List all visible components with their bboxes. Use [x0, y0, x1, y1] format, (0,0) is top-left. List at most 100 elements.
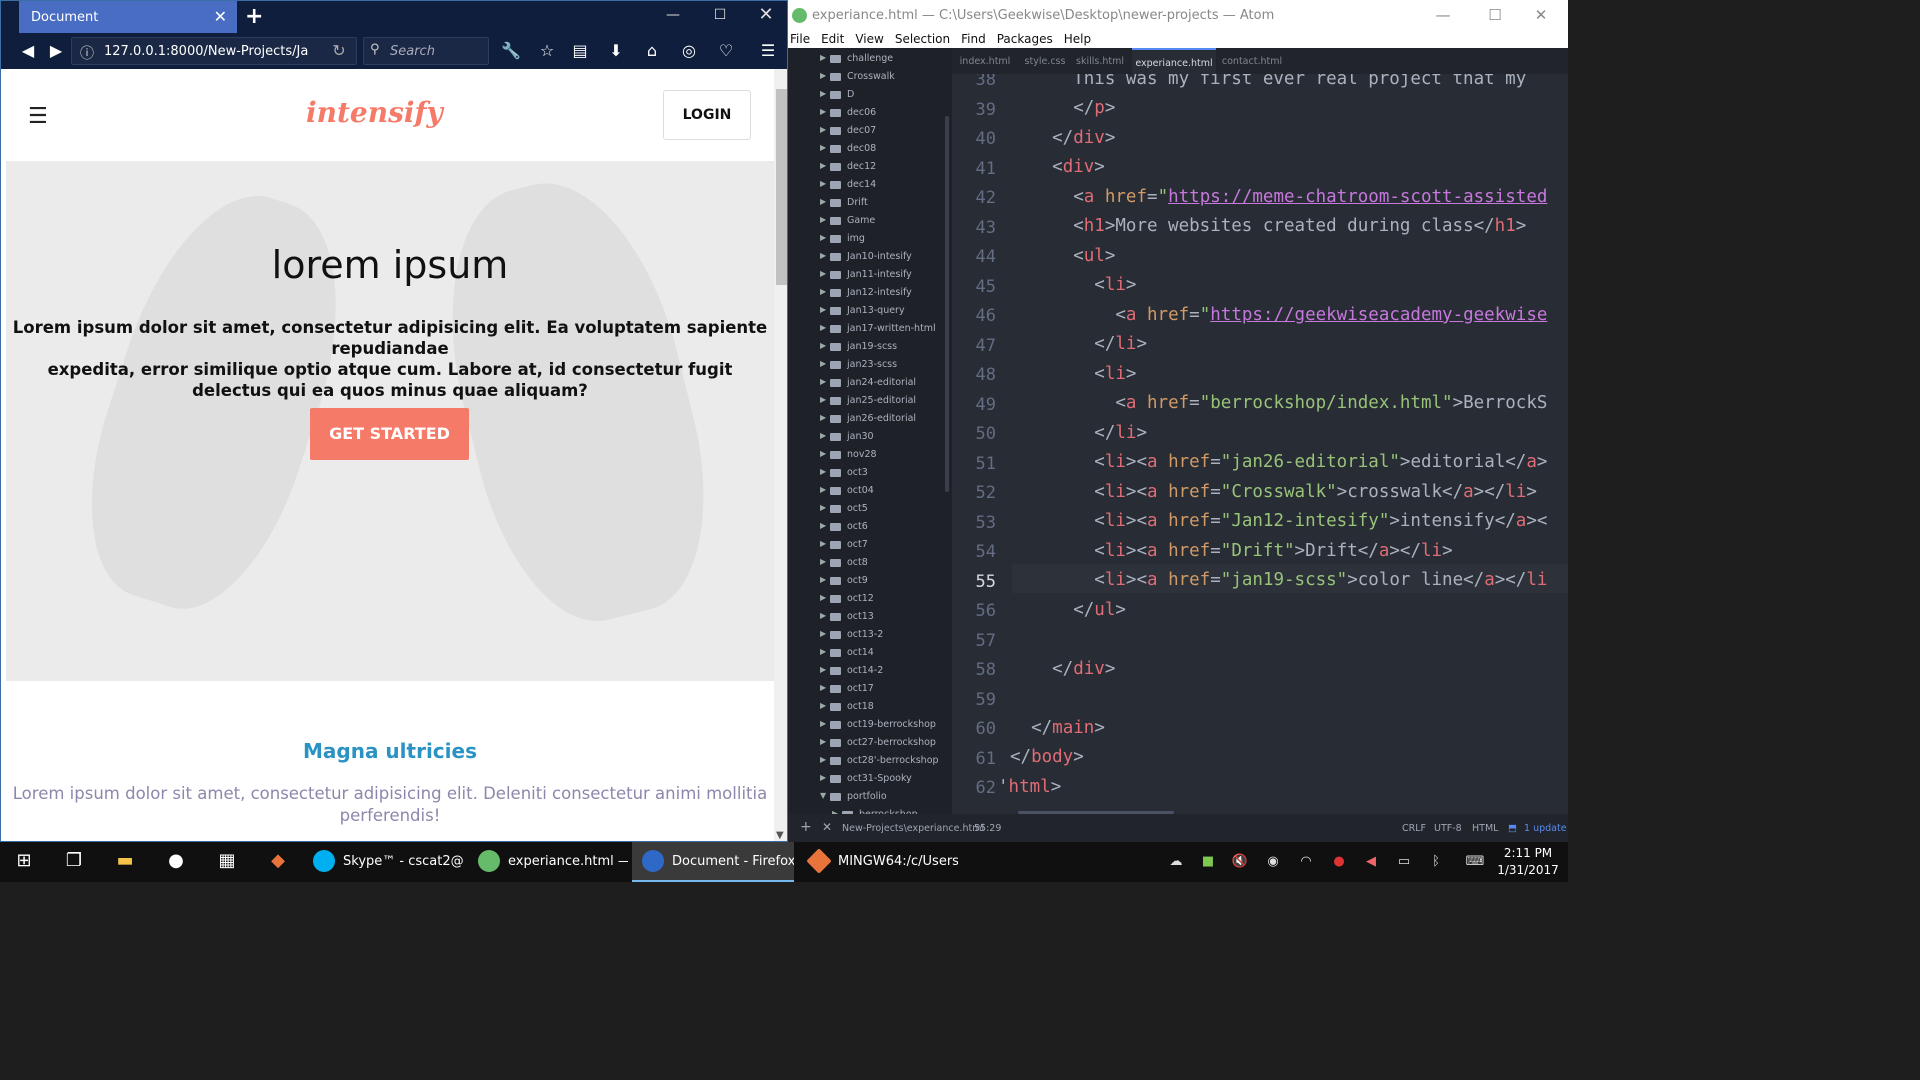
tree-folder-item[interactable]: ▶ oct19-berrockshop [788, 716, 952, 734]
add-icon[interactable]: + [800, 819, 812, 835]
tree-folder-item[interactable]: ▶ Drift [788, 194, 952, 212]
tree-folder-item[interactable]: ▶ oct17 [788, 680, 952, 698]
tree-folder-item[interactable]: ▶ oct3 [788, 464, 952, 482]
windows-start-icon[interactable]: ⊞ [12, 850, 36, 874]
chevron-right-icon[interactable]: ▶ [820, 629, 826, 638]
volume-mute-icon[interactable]: 🔇 [1231, 854, 1249, 869]
taskbar-clock[interactable]: 2:11 PM 1/31/2017 [1492, 845, 1564, 879]
tab-skills-html[interactable]: skills.html [1072, 48, 1128, 74]
taskbar-atom[interactable]: experiance.html — ... [468, 842, 628, 882]
chevron-right-icon[interactable]: ▶ [820, 107, 826, 116]
chevron-right-icon[interactable]: ▶ [820, 431, 826, 440]
tree-folder-item[interactable]: ▶ oct5 [788, 500, 952, 518]
chevron-right-icon[interactable]: ▶ [820, 323, 826, 332]
chevron-right-icon[interactable]: ▶ [820, 143, 826, 152]
chevron-right-icon[interactable]: ▶ [820, 755, 826, 764]
search-bar[interactable]: ⚲ Search [363, 37, 489, 65]
tree-folder-item[interactable]: ▶ Jan12-intesify [788, 284, 952, 302]
menu-view[interactable]: View [855, 32, 883, 46]
tree-folder-item[interactable]: ▶ oct14-2 [788, 662, 952, 680]
reading-list-icon[interactable]: ▤ [569, 41, 591, 60]
status-line-ending[interactable]: CRLF [1402, 823, 1426, 834]
chevron-right-icon[interactable]: ▶ [820, 377, 826, 386]
chevron-right-icon[interactable]: ▶ [820, 71, 826, 80]
tree-folder-item[interactable]: ▶ dec06 [788, 104, 952, 122]
tree-folder-item[interactable]: ▶ jan26-editorial [788, 410, 952, 428]
chevron-right-icon[interactable]: ▶ [820, 467, 826, 476]
hamburger-menu-icon[interactable]: ☰ [28, 104, 48, 129]
chevron-right-icon[interactable]: ▶ [820, 125, 826, 134]
close-icon[interactable]: ✕ [822, 820, 832, 834]
chevron-right-icon[interactable]: ▶ [820, 683, 826, 692]
github-icon[interactable]: ● [164, 850, 188, 874]
menu-find[interactable]: Find [961, 32, 986, 46]
chevron-right-icon[interactable]: ▶ [820, 251, 826, 260]
menu-edit[interactable]: Edit [821, 32, 844, 46]
tree-folder-item[interactable]: ▶ oct12 [788, 590, 952, 608]
download-icon[interactable]: ⬇ [605, 41, 627, 60]
page-scrollbar[interactable]: ▼ [774, 69, 787, 841]
chevron-right-icon[interactable]: ▶ [820, 179, 826, 188]
tab-style-css[interactable]: style.css [1018, 48, 1072, 74]
chevron-right-icon[interactable]: ▶ [820, 161, 826, 170]
browser-tab[interactable]: Document ✕ [19, 1, 237, 33]
tree-folder-item[interactable]: ▶ oct04 [788, 482, 952, 500]
antivirus-icon[interactable]: ● [1330, 854, 1348, 869]
git-icon[interactable]: ◆ [266, 850, 290, 874]
tree-folder-item[interactable]: ▶ dec12 [788, 158, 952, 176]
taskbar-firefox[interactable]: Document - Firefox... [632, 842, 794, 882]
bluetooth-icon[interactable]: ᛒ [1427, 854, 1445, 869]
taskbar-skype[interactable]: Skype™ - cscat2@y... [303, 842, 463, 882]
tree-folder-item[interactable]: ▶ oct28'-berrockshop [788, 752, 952, 770]
status-encoding[interactable]: UTF-8 [1434, 823, 1462, 834]
tree-folder-item[interactable]: ▶ oct18 [788, 698, 952, 716]
chevron-right-icon[interactable]: ▶ [820, 557, 826, 566]
menu-icon[interactable]: ☰ [757, 41, 779, 60]
tree-folder-item[interactable]: ▶ img [788, 230, 952, 248]
maximize-icon[interactable]: ☐ [705, 7, 735, 23]
chevron-right-icon[interactable]: ▶ [820, 413, 826, 422]
status-file-path[interactable]: New-Projects\experiance.html [842, 823, 984, 834]
chevron-right-icon[interactable]: ▶ [820, 269, 826, 278]
scrollbar-thumb[interactable] [776, 89, 787, 285]
new-tab-button[interactable]: + [245, 4, 263, 29]
tree-folder-item[interactable]: ▶berrockshop [788, 806, 952, 814]
chevron-right-icon[interactable]: ▶ [820, 647, 826, 656]
home-icon[interactable]: ⌂ [641, 41, 663, 60]
tree-folder-item[interactable]: ▶ jan24-editorial [788, 374, 952, 392]
taskbar-mingw[interactable]: MINGW64:/c/Users/... [798, 842, 958, 882]
nvidia-icon[interactable]: ■ [1199, 854, 1217, 869]
tree-folder-item[interactable]: ▶ Jan13-query [788, 302, 952, 320]
chevron-right-icon[interactable]: ▶ [820, 485, 826, 494]
steam-icon[interactable]: ◉ [1264, 854, 1282, 869]
tree-folder-item[interactable]: ▶ jan23-scss [788, 356, 952, 374]
minimize-icon[interactable]: — [658, 7, 688, 23]
keyboard-icon[interactable]: ⌨ [1462, 854, 1488, 869]
minimize-icon[interactable]: — [1428, 6, 1458, 24]
tree-folder-item[interactable]: ▶ dec07 [788, 122, 952, 140]
tree-folder-item[interactable]: ▶ jan19-scss [788, 338, 952, 356]
chevron-right-icon[interactable]: ▶ [820, 359, 826, 368]
tree-folder-item[interactable]: ▶ oct31-Spooky [788, 770, 952, 788]
menu-help[interactable]: Help [1064, 32, 1091, 46]
status-update[interactable]: 1 update [1524, 823, 1567, 834]
tab-index-html[interactable]: index.html [952, 48, 1018, 74]
tree-folder-item[interactable]: ▶ oct7 [788, 536, 952, 554]
chevron-right-icon[interactable]: ▶ [820, 341, 826, 350]
chevron-right-icon[interactable]: ▶ [820, 233, 826, 242]
tree-folder-item[interactable]: ▶ oct9 [788, 572, 952, 590]
status-grammar[interactable]: HTML [1472, 823, 1498, 834]
tree-folder-item[interactable]: ▶ oct13-2 [788, 626, 952, 644]
tree-folder-item[interactable]: ▶ oct8 [788, 554, 952, 572]
menu-file[interactable]: File [790, 32, 810, 46]
cloud-icon[interactable]: ☁ [1167, 854, 1185, 869]
wrench-icon[interactable]: 🔧 [500, 41, 522, 60]
close-window-icon[interactable]: ✕ [751, 4, 781, 25]
chevron-right-icon[interactable]: ▶ [820, 197, 826, 206]
reload-icon[interactable]: ↻ [328, 41, 350, 60]
back-icon[interactable]: ◀ [17, 41, 39, 60]
menu-packages[interactable]: Packages [997, 32, 1053, 46]
get-started-button[interactable]: GET STARTED [310, 408, 469, 460]
chevron-right-icon[interactable]: ▶ [820, 701, 826, 710]
tree-folder-item[interactable]: ▶ challenge [788, 50, 952, 68]
